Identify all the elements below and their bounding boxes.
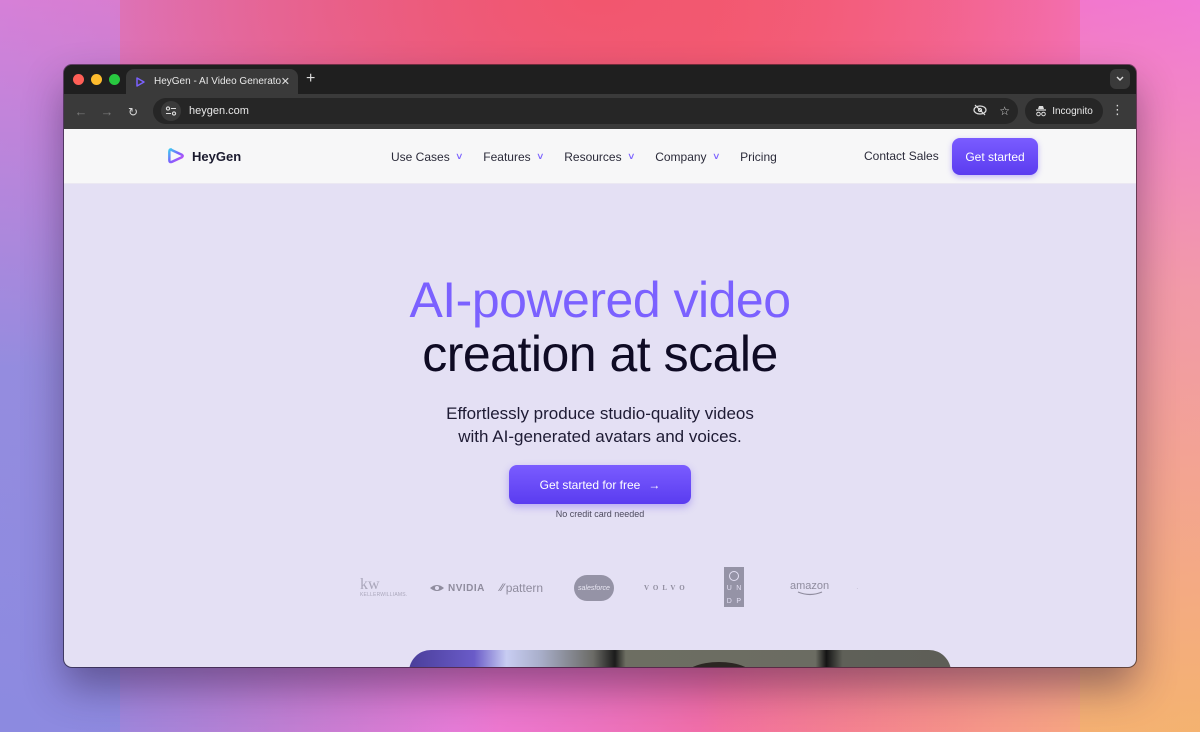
get-started-button[interactable]: Get started	[952, 138, 1038, 175]
nav-label: Use Cases	[391, 149, 450, 164]
logo-faded: ·	[856, 583, 859, 593]
cta-label: Get started for free	[539, 477, 641, 492]
undp-letter: U	[726, 585, 732, 592]
plus-icon[interactable]: +	[306, 70, 315, 88]
kebab-icon[interactable]: ⋮	[1111, 103, 1124, 117]
tab-strip: HeyGen - AI Video Generator ✕ +	[64, 65, 1136, 94]
heygen-favicon-icon	[136, 76, 145, 87]
amazon-text: amazon	[790, 579, 830, 592]
heygen-logo-icon	[168, 148, 184, 164]
nav-label: Resources	[564, 149, 622, 164]
nav-features[interactable]: Features ∨	[483, 149, 545, 164]
logo-amazon: amazon	[790, 567, 829, 609]
web-page: HeyGen Use Cases ∨ Features ∨ Resources ∨ C…	[64, 129, 1136, 667]
browser-window: HeyGen - AI Video Generator ✕ + ← → ↻ he…	[64, 65, 1136, 667]
chevron-down-icon: ∨	[454, 151, 464, 161]
undp-letter: P	[736, 598, 742, 605]
video-person	[684, 662, 754, 667]
nav-pricing[interactable]: Pricing	[740, 150, 777, 164]
nvidia-eye-icon	[430, 585, 444, 591]
window-controls	[73, 74, 120, 85]
pattern-mark-icon: ⁄⁄	[500, 582, 504, 594]
subheadline-line-2: with AI-generated avatars and voices.	[458, 427, 742, 446]
heygen-logo[interactable]: HeyGen	[166, 146, 241, 166]
volvo-text: VOLVO	[644, 584, 689, 592]
address-bar[interactable]: heygen.com ☆	[153, 98, 1018, 124]
reload-icon[interactable]: ↻	[120, 105, 146, 119]
nvidia-text: NVIDIA	[448, 582, 485, 594]
logo-salesforce: salesforce	[574, 567, 614, 609]
undp-letter: D	[726, 598, 732, 605]
headline-main: creation at scale	[422, 326, 778, 382]
subheadline: Effortlessly produce studio-quality vide…	[64, 402, 1136, 448]
nav-resources[interactable]: Resources ∨	[564, 149, 636, 164]
contact-sales-link[interactable]: Contact Sales	[864, 149, 939, 163]
salesforce-text: salesforce	[578, 584, 610, 592]
tab-heygen[interactable]: HeyGen - AI Video Generator ✕	[126, 69, 298, 94]
chevron-down-icon: ∨	[535, 151, 545, 161]
brand-name: HeyGen	[192, 148, 242, 164]
arrow-right-icon: →	[648, 477, 661, 492]
logo-nvidia: NVIDIA	[429, 567, 485, 609]
undp-letter: N	[736, 585, 742, 592]
logo-volvo: VOLVO	[644, 567, 689, 609]
browser-toolbar: ← → ↻ heygen.com ☆ Incognito ⋮	[64, 94, 1136, 129]
close-window-button[interactable]	[73, 74, 84, 85]
logo-keller-williams: kw KELLERWILLIAMS.	[360, 567, 407, 609]
subheadline-line-1: Effortlessly produce studio-quality vide…	[446, 404, 754, 423]
nav-label: Company	[655, 149, 707, 164]
nav-use-cases[interactable]: Use Cases ∨	[391, 149, 464, 164]
no-credit-card-note: No credit card needed	[555, 509, 645, 519]
logo-undp: U N D P	[724, 565, 744, 609]
get-started-free-button[interactable]: Get started for free →	[509, 465, 691, 504]
minimize-window-button[interactable]	[91, 74, 102, 85]
pattern-text: pattern	[505, 581, 544, 595]
site-settings-icon[interactable]	[161, 101, 181, 121]
site-header: HeyGen Use Cases ∨ Features ∨ Resources ∨ C…	[64, 129, 1136, 184]
arrow-right-icon[interactable]: →	[94, 104, 120, 119]
headline-accent: AI-powered video	[409, 272, 791, 328]
kw-mark: kw	[360, 576, 380, 593]
url-text: heygen.com	[189, 105, 249, 117]
hero-video-preview[interactable]	[409, 650, 951, 667]
chevron-down-icon: ∨	[711, 151, 721, 161]
star-icon[interactable]: ☆	[999, 104, 1010, 118]
logo-pattern: ⁄⁄ pattern	[500, 567, 543, 609]
eye-off-icon[interactable]	[973, 104, 987, 119]
tab-title: HeyGen - AI Video Generator	[154, 76, 281, 87]
incognito-icon	[1036, 106, 1047, 117]
main-nav: Use Cases ∨ Features ∨ Resources ∨ Company ∨…	[391, 129, 798, 184]
nav-label: Features	[483, 149, 531, 164]
arrow-left-icon[interactable]: ←	[68, 104, 94, 119]
kw-sub: KELLERWILLIAMS.	[360, 592, 408, 598]
customer-logos: kw KELLERWILLIAMS. NVIDIA ⁄⁄ pattern sal…	[64, 567, 1136, 609]
chevron-down-icon[interactable]	[1110, 69, 1130, 89]
nav-company[interactable]: Company ∨	[655, 149, 721, 164]
amazon-smile-icon	[797, 590, 822, 595]
incognito-label: Incognito	[1052, 105, 1093, 117]
chevron-down-icon: ∨	[626, 151, 636, 161]
maximize-window-button[interactable]	[109, 74, 120, 85]
close-icon[interactable]: ✕	[281, 75, 290, 88]
incognito-indicator[interactable]: Incognito	[1025, 98, 1103, 124]
nav-label: Pricing	[740, 149, 777, 164]
